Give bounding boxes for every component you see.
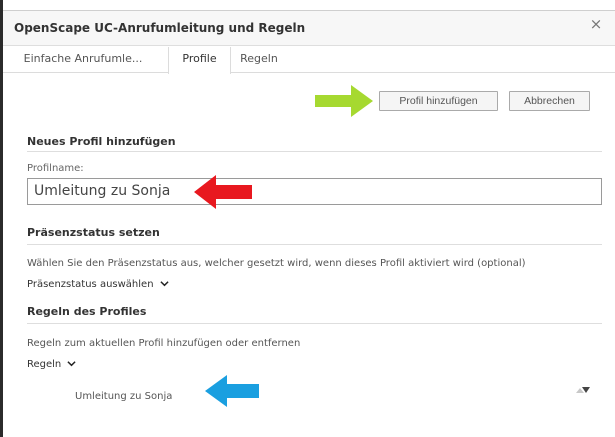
background-window-strip: [0, 0, 615, 10]
blue-arrow-annotation: [205, 375, 259, 407]
tab-profile[interactable]: Profile: [168, 47, 231, 74]
presence-status-label: Präsenzstatus auswählen: [27, 279, 154, 290]
chevron-down-icon: [160, 281, 169, 287]
tab-einfache-anrufumleitung[interactable]: Einfache Anrufumle...: [3, 47, 163, 73]
cancel-button[interactable]: Abbrechen: [509, 91, 590, 111]
dialog-title: OpenScape UC-Anrufumleitung und Regeln: [14, 21, 306, 35]
new-profile-heading: Neues Profil hinzufügen: [27, 135, 176, 148]
sort-arrows-icon[interactable]: [576, 386, 590, 394]
title-bar: OpenScape UC-Anrufumleitung und Regeln ×: [3, 11, 615, 46]
profile-name-label: Profilname:: [27, 163, 84, 174]
rule-list-item: Umleitung zu Sonja: [75, 391, 173, 402]
green-arrow-annotation: [315, 85, 373, 117]
chevron-down-icon: [67, 361, 77, 367]
divider: [27, 244, 602, 245]
presence-description: Wählen Sie den Präsenzstatus aus, welche…: [27, 258, 526, 269]
dialog-window: OpenScape UC-Anrufumleitung und Regeln ×…: [3, 10, 615, 437]
red-arrow-annotation: [194, 175, 252, 209]
profile-name-input[interactable]: Umleitung zu Sonja: [27, 178, 602, 205]
rules-dropdown-label: Regeln: [27, 359, 62, 370]
presence-status-dropdown[interactable]: Präsenzstatus auswählen: [27, 279, 169, 290]
rules-dropdown[interactable]: Regeln: [27, 359, 77, 370]
divider: [27, 323, 602, 324]
rules-description: Regeln zum aktuellen Profil hinzufügen o…: [27, 338, 301, 349]
tab-bar: Einfache Anrufumle... Profile Regeln: [3, 47, 615, 74]
presence-heading: Präsenzstatus setzen: [27, 226, 160, 239]
divider: [27, 151, 602, 152]
rules-heading: Regeln des Profiles: [27, 305, 147, 318]
close-icon[interactable]: ×: [589, 16, 603, 32]
add-profile-button[interactable]: Profil hinzufügen: [379, 91, 498, 111]
tab-regeln[interactable]: Regeln: [234, 47, 284, 73]
